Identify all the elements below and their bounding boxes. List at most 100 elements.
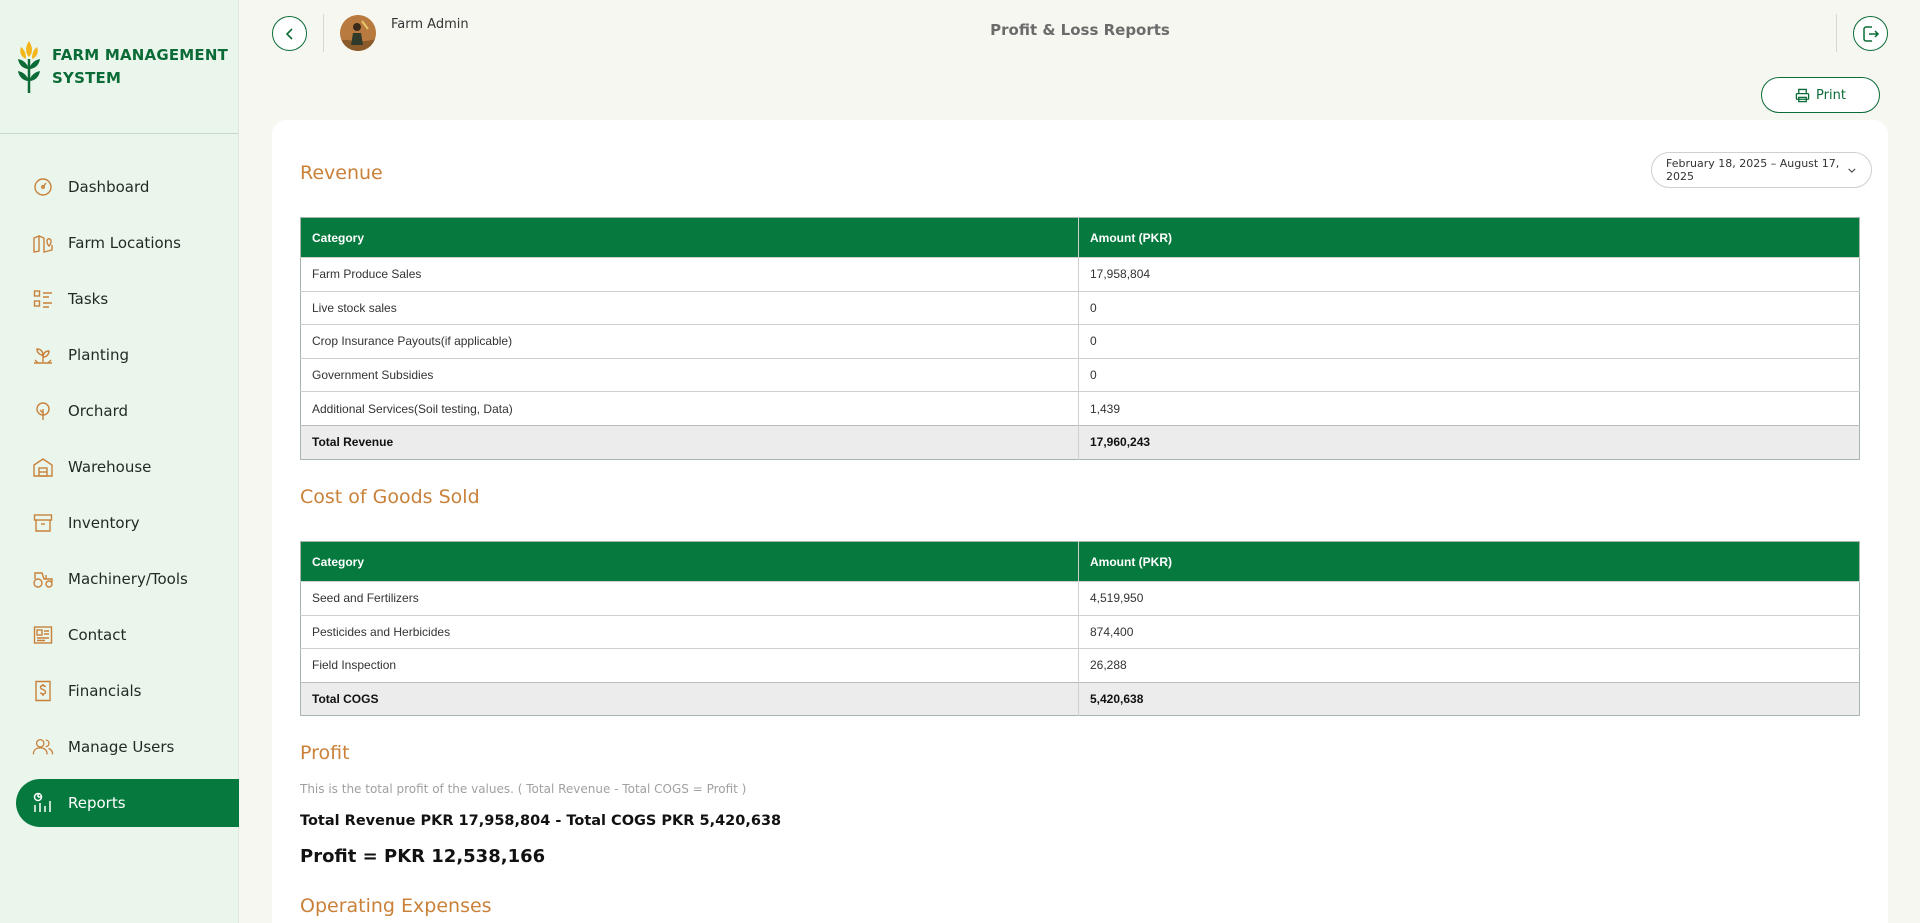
sidebar-item-label: Planting [68,346,129,364]
sidebar-item-dashboard[interactable]: Dashboard [16,163,239,211]
warehouse-icon [32,456,54,478]
table-row: Government Subsidies 0 [300,357,1860,392]
logout-icon [1862,25,1879,42]
user-avatar-icon [340,15,376,51]
tractor-icon [32,568,54,590]
sidebar-item-tasks[interactable]: Tasks [16,275,239,323]
sidebar-item-label: Reports [68,794,126,812]
revenue-title: Revenue [300,162,383,184]
sidebar-item-farm-locations[interactable]: Farm Locations [16,219,239,267]
task-list-icon [32,288,54,310]
total-value: 17,960,243 [1078,424,1860,460]
cogs-table: Category Amount (PKR) Seed and Fertilize… [300,541,1860,717]
category-cell: Seed and Fertilizers [300,581,1079,616]
column-header-category: Category [300,541,1079,582]
sidebar-item-label: Contact [68,626,127,644]
amount-cell: 1,439 [1078,391,1860,426]
tree-icon [32,400,54,422]
total-row: Total Revenue 17,960,243 [300,424,1860,460]
user-name: Farm Admin [391,17,469,32]
brand[interactable]: FARM MANAGEMENT SYSTEM [0,0,238,134]
sidebar-item-label: Warehouse [68,458,152,476]
table-row: Live stock sales 0 [300,290,1860,325]
page-title: Profit & Loss Reports [990,21,1170,39]
table-header-row: Category Amount (PKR) [300,217,1860,258]
amount-cell: 0 [1078,357,1860,392]
back-button[interactable] [272,16,307,51]
sidebar-item-label: Tasks [68,290,109,308]
category-cell: Pesticides and Herbicides [300,614,1079,649]
sidebar: FARM MANAGEMENT SYSTEM Dashboard Farm Lo… [0,0,239,923]
amount-cell: 4,519,950 [1078,581,1860,616]
sidebar-item-label: Manage Users [68,738,175,756]
total-row: Total COGS 5,420,638 [300,681,1860,716]
total-value: 5,420,638 [1078,681,1860,716]
header-divider [323,14,324,52]
sidebar-item-inventory[interactable]: Inventory [16,499,239,547]
printer-icon [1795,88,1810,102]
sidebar-item-contact[interactable]: Contact [16,611,239,659]
sidebar-item-label: Orchard [68,402,129,420]
operating-expenses-title: Operating Expenses [300,895,492,917]
logout-button[interactable] [1853,16,1888,51]
table-row: Crop Insurance Payouts(if applicable) 0 [300,324,1860,359]
category-cell: Crop Insurance Payouts(if applicable) [300,324,1079,359]
sidebar-item-planting[interactable]: Planting [16,331,239,379]
users-icon [32,736,54,758]
wheat-logo-icon [18,40,40,93]
sidebar-item-orchard[interactable]: Orchard [16,387,239,435]
sidebar-item-machinery-tools[interactable]: Machinery/Tools [16,555,239,603]
sidebar-item-financials[interactable]: Financials [16,667,239,715]
profit-title: Profit [300,742,350,764]
chevron-left-icon [285,27,293,40]
amount-cell: 874,400 [1078,614,1860,649]
table-row: Pesticides and Herbicides 874,400 [300,614,1860,649]
sidebar-item-label: Financials [68,682,142,700]
date-range-picker[interactable]: February 18, 2025 – August 17, 2025 [1651,152,1872,188]
column-header-amount: Amount (PKR) [1078,541,1860,582]
category-cell: Government Subsidies [300,357,1079,392]
sprout-icon [32,344,54,366]
table-header-row: Category Amount (PKR) [300,541,1860,582]
report-chart-icon [32,792,54,814]
date-range-value: February 18, 2025 – August 17, 2025 [1666,157,1840,183]
table-row: Field Inspection 26,288 [300,648,1860,683]
total-label: Total COGS [300,681,1079,716]
table-row: Farm Produce Sales 17,958,804 [300,257,1860,292]
archive-box-icon [32,512,54,534]
table-row: Seed and Fertilizers 4,519,950 [300,581,1860,616]
cogs-title: Cost of Goods Sold [300,486,480,508]
print-button-label: Print [1816,87,1846,103]
category-cell: Field Inspection [300,648,1079,683]
print-button[interactable]: Print [1761,77,1880,113]
profit-description: This is the total profit of the values. … [300,782,747,796]
column-header-amount: Amount (PKR) [1078,217,1860,258]
table-row: Additional Services(Soil testing, Data) 1… [300,391,1860,426]
sidebar-item-label: Dashboard [68,178,150,196]
avatar[interactable] [340,15,376,51]
sidebar-item-warehouse[interactable]: Warehouse [16,443,239,491]
category-cell: Farm Produce Sales [300,257,1079,292]
profit-value: Profit = PKR 12,538,166 [300,846,546,867]
column-header-category: Category [300,217,1079,258]
category-cell: Live stock sales [300,290,1079,325]
header-divider-right [1836,14,1837,52]
sidebar-item-manage-users[interactable]: Manage Users [16,723,239,771]
total-label: Total Revenue [300,424,1079,460]
sidebar-nav: Dashboard Farm Locations Tasks Planting … [16,163,239,835]
sidebar-item-reports[interactable]: Reports [16,779,239,827]
brand-name: FARM MANAGEMENT SYSTEM [52,44,228,90]
sidebar-item-label: Inventory [68,514,140,532]
brand-line-1: FARM MANAGEMENT [52,45,229,64]
profit-formula: Total Revenue PKR 17,958,804 - Total COG… [300,813,782,829]
amount-cell: 26,288 [1078,648,1860,683]
amount-cell: 0 [1078,290,1860,325]
chevron-down-icon [1848,167,1856,173]
revenue-table: Category Amount (PKR) Farm Produce Sales… [300,217,1860,460]
gauge-icon [32,176,54,198]
sidebar-item-label: Farm Locations [68,234,181,252]
sidebar-item-label: Machinery/Tools [68,570,188,588]
amount-cell: 17,958,804 [1078,257,1860,292]
contact-card-icon [32,624,54,646]
brand-line-2: SYSTEM [52,68,122,87]
